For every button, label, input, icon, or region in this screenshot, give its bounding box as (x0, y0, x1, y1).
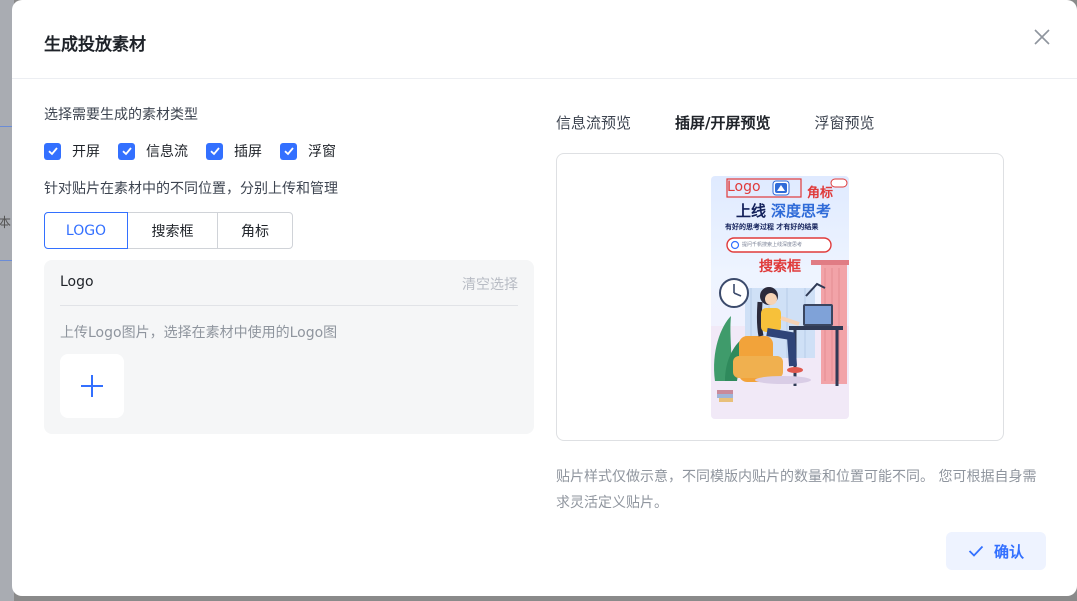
checkbox-chaping[interactable]: 插屏 (206, 141, 262, 161)
plus-icon (81, 375, 103, 397)
checkbox-label: 信息流 (146, 144, 188, 160)
panel-divider (60, 305, 518, 306)
checkbox-checked-icon (280, 142, 297, 160)
position-section-label: 针对贴片在素材中的不同位置，分别上传和管理 (44, 181, 338, 197)
poster-preview-image: Logo 角标 上线 深度思考 有好的思考过程 才有好的结果 提问千帆搜索上线深… (711, 176, 849, 419)
poster-subline: 有好的思考过程 才有好的结果 (725, 223, 819, 231)
checkbox-label: 浮窗 (308, 144, 336, 160)
confirm-label: 确认 (993, 542, 1024, 561)
checkbox-label: 开屏 (72, 144, 100, 160)
preview-tabs: 信息流预览 插屏/开屏预览 浮窗预览 (556, 112, 919, 133)
checkbox-xinxiliu[interactable]: 信息流 (118, 141, 188, 161)
checkbox-checked-icon (206, 142, 223, 160)
checkbox-checked-icon (118, 142, 135, 160)
material-type-checkboxes: 开屏 信息流 插屏 浮窗 (44, 140, 354, 162)
segment-logo[interactable]: LOGO (44, 212, 128, 249)
poster-logo-label: Logo (727, 179, 761, 195)
backdrop-text: 本 (0, 216, 12, 231)
logo-upload-panel: Logo 清空选择 上传Logo图片，选择在素材中使用的Logo图 (44, 260, 534, 434)
segment-search-box[interactable]: 搜索框 (127, 212, 218, 249)
segment-corner-badge[interactable]: 角标 (217, 212, 293, 249)
close-icon[interactable] (1031, 26, 1053, 48)
poster-search-label: 搜索框 (759, 259, 801, 275)
upload-logo-button[interactable] (60, 354, 124, 418)
poster-corner-label: 角标 (807, 186, 834, 201)
checkbox-kaiping[interactable]: 开屏 (44, 141, 100, 161)
confirm-button[interactable]: 确认 (946, 532, 1046, 570)
tab-floating-preview[interactable]: 浮窗预览 (815, 112, 875, 133)
dialog-header: 生成投放素材 (12, 0, 1077, 79)
position-segmented-control: LOGO 搜索框 角标 (44, 212, 293, 249)
material-type-label: 选择需要生成的素材类型 (44, 107, 198, 123)
preview-area: Logo 角标 上线 深度思考 有好的思考过程 才有好的结果 提问千帆搜索上线深… (556, 153, 1004, 441)
poster-headline-b: 深度思考 (771, 202, 832, 220)
upload-hint: 上传Logo图片，选择在素材中使用的Logo图 (60, 325, 338, 341)
checkbox-checked-icon (44, 142, 61, 160)
tab-feed-preview[interactable]: 信息流预览 (556, 112, 631, 133)
clear-selection-link[interactable]: 清空选择 (462, 274, 518, 294)
generate-material-dialog: 生成投放素材 选择需要生成的素材类型 开屏 信息流 插屏 浮窗 针对贴片在素材中… (12, 0, 1077, 596)
preview-note: 贴片样式仅做示意，不同模版内贴片的数量和位置可能不同。 您可根据自身需求灵活定义… (556, 469, 1037, 511)
poster-headline-a: 上线 (736, 202, 767, 220)
tab-interstitial-splash-preview[interactable]: 插屏/开屏预览 (675, 112, 770, 133)
panel-title: Logo (60, 274, 94, 290)
checkbox-label: 插屏 (234, 144, 262, 160)
check-icon (968, 545, 984, 557)
dialog-title: 生成投放素材 (44, 35, 146, 55)
poster-search-placeholder: 提问千帆搜索上线深度思考 (742, 242, 803, 248)
checkbox-fuchuang[interactable]: 浮窗 (280, 141, 336, 161)
